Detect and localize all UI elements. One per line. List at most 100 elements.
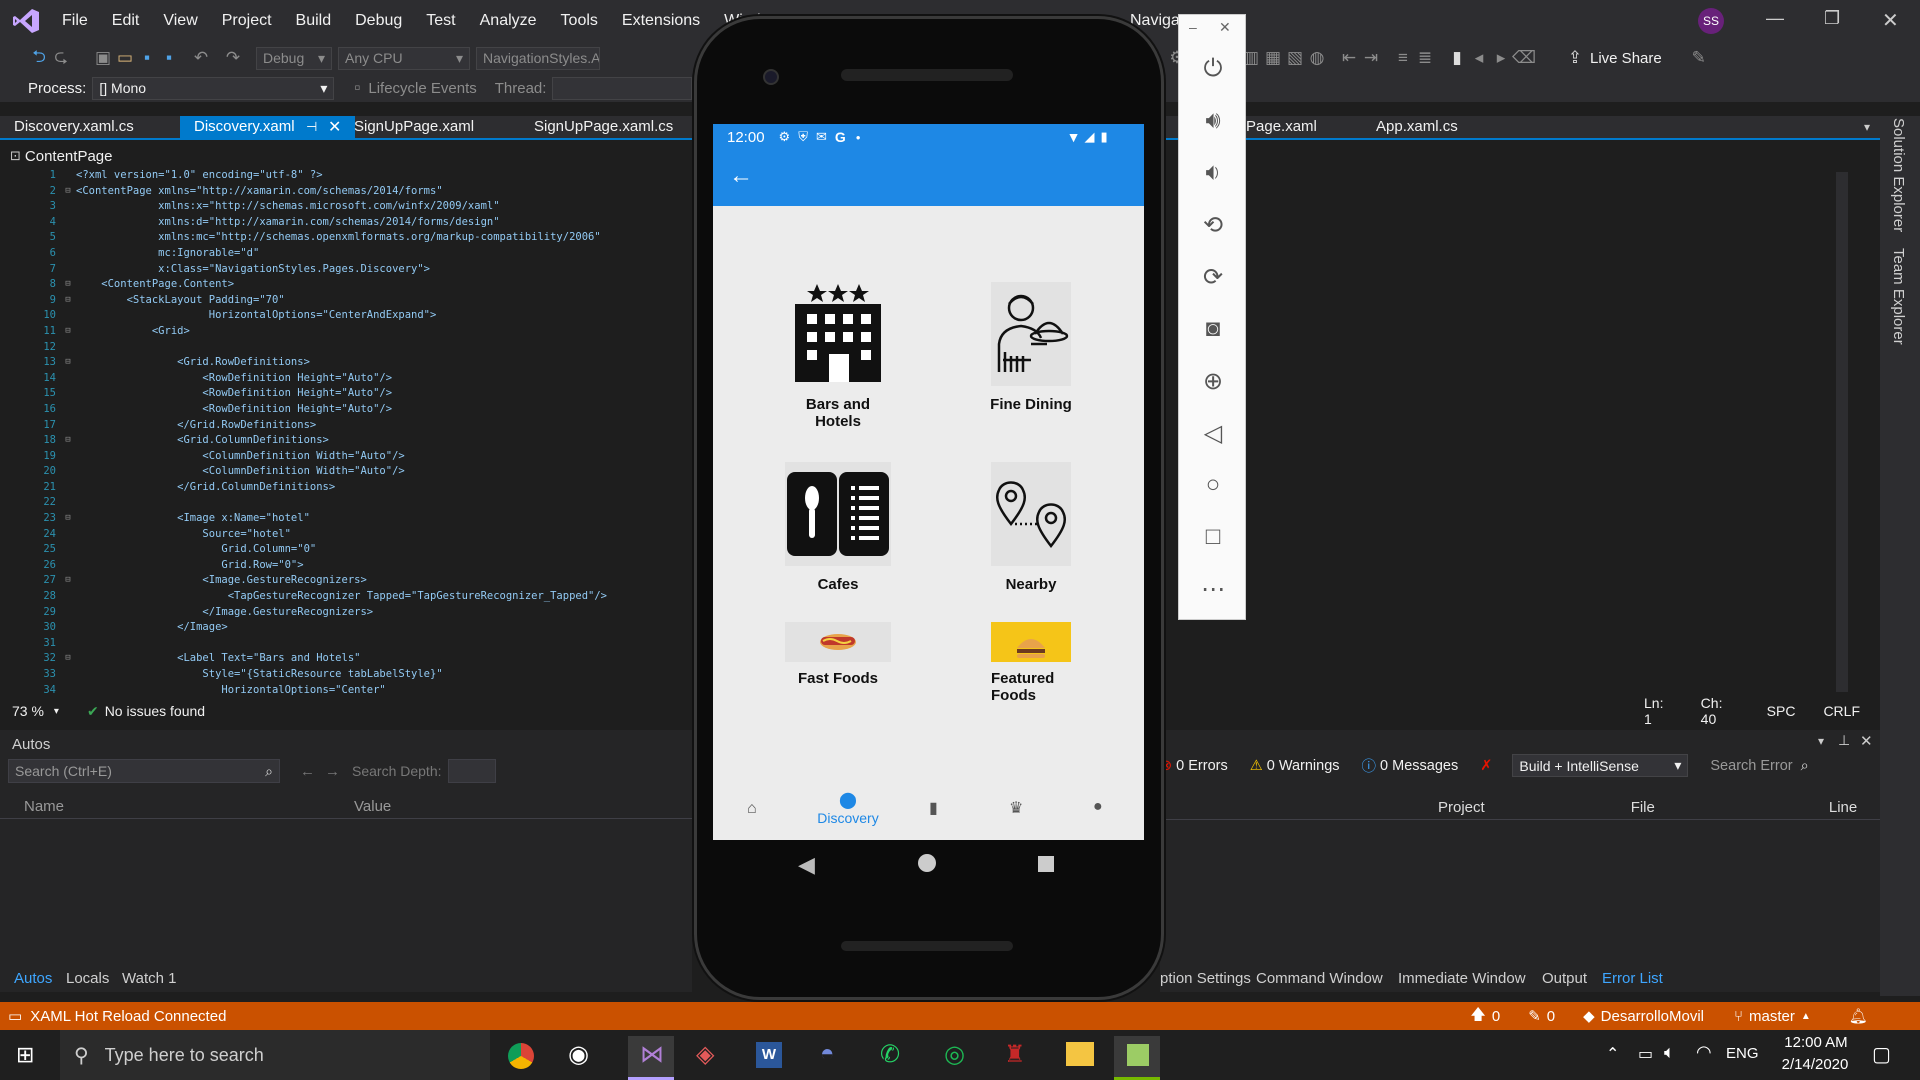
emu-back-icon[interactable]: ◁ <box>1197 419 1229 451</box>
autos-search-input[interactable]: Search (Ctrl+E) ⌕ <box>8 759 280 783</box>
code-line[interactable]: 10 HorizontalOptions="CenterAndExpand"> <box>10 308 692 324</box>
wifi-icon[interactable]: ◠ <box>1696 1042 1712 1063</box>
notifications-icon[interactable]: ▢ <box>1872 1042 1891 1067</box>
code-line[interactable]: 29 </Image.GestureRecognizers> <box>10 605 692 621</box>
code-line[interactable]: 3 xmlns:x="http://schemas.microsoft.com/… <box>10 199 692 215</box>
clock-date[interactable]: 2/14/2020 <box>1772 1056 1858 1073</box>
rotate-left-icon[interactable]: ⟲ <box>1197 211 1229 243</box>
menu-view[interactable]: View <box>151 0 209 42</box>
panel-pin-icon[interactable]: ⊥ <box>1838 732 1850 749</box>
featured-foods-tile[interactable] <box>991 622 1071 662</box>
code-line[interactable]: 4 xmlns:d="http://xamarin.com/schemas/20… <box>10 215 692 231</box>
fold-toggle-icon[interactable] <box>60 246 76 262</box>
bookmark-tab-icon[interactable]: ▮ <box>929 798 938 818</box>
code-line[interactable]: 7 x:Class="NavigationStyles.Pages.Discov… <box>10 262 692 278</box>
fold-toggle-icon[interactable] <box>60 262 76 278</box>
fold-toggle-icon[interactable]: ⊟ <box>60 511 76 527</box>
code-line[interactable]: 25 Grid.Column="0" <box>10 542 692 558</box>
zoom-dropdown-icon[interactable]: ▾ <box>54 706 59 717</box>
messages-filter-button[interactable]: 0 Messages <box>1380 758 1458 774</box>
volume-down-icon[interactable]: 🔉︎ <box>1197 159 1229 191</box>
code-line[interactable]: 2 ⊟ <ContentPage xmlns="http://xamarin.com… <box>10 184 692 200</box>
pin-icon[interactable]: ⊣ <box>306 119 317 135</box>
battery-icon[interactable]: ▭ <box>1638 1044 1653 1064</box>
branch-name[interactable]: master <box>1749 1008 1795 1025</box>
notification-bell-icon[interactable]: 🔔︎ <box>1849 1007 1868 1025</box>
camera-icon[interactable]: ◙ <box>1197 315 1229 347</box>
error-search-input[interactable]: Search Error <box>1710 758 1792 774</box>
emu-overview-icon[interactable]: □ <box>1197 523 1229 555</box>
clock-time[interactable]: 12:00 AM <box>1780 1034 1852 1051</box>
menu-tools[interactable]: Tools <box>549 0 610 42</box>
tab-signup-xaml-cs[interactable]: SignUpPage.xaml.cs <box>520 116 687 140</box>
fold-toggle-icon[interactable] <box>60 558 76 574</box>
tab-command-window[interactable]: Command Window <box>1256 970 1383 987</box>
volume-up-icon[interactable]: 🔊︎ <box>1197 107 1229 139</box>
code-line[interactable]: 19 <ColumnDefinition Width="Auto"/> <box>10 449 692 465</box>
cafes-tile[interactable] <box>785 462 891 566</box>
fold-toggle-icon[interactable] <box>60 418 76 434</box>
fine-dining-label[interactable]: Fine Dining <box>951 396 1111 413</box>
rotate-right-icon[interactable]: ⟳ <box>1197 263 1229 295</box>
emulator-app-icon[interactable]: ◈ <box>696 1040 714 1069</box>
repository-name[interactable]: DesarrolloMovil <box>1601 1008 1704 1025</box>
code-line[interactable]: 11 ⊟ <Grid> <box>10 324 692 340</box>
fold-toggle-icon[interactable] <box>60 464 76 480</box>
fold-toggle-icon[interactable]: ⊟ <box>60 433 76 449</box>
panel-menu-icon[interactable]: ▾ <box>1818 734 1824 748</box>
zoom-icon[interactable]: ⊕ <box>1197 367 1229 399</box>
file-explorer-icon[interactable] <box>1066 1042 1094 1066</box>
fold-toggle-icon[interactable] <box>60 308 76 324</box>
value-column-header[interactable]: Value <box>354 798 391 815</box>
tray-chevron-icon[interactable]: ⌃ <box>1606 1044 1619 1064</box>
team-explorer-tab[interactable]: Team Explorer <box>1890 248 1907 345</box>
user-avatar[interactable]: SS <box>1698 8 1724 34</box>
code-line[interactable]: 26 Grid.Row="0"> <box>10 558 692 574</box>
code-line[interactable]: 20 <ColumnDefinition Width="Auto"/> <box>10 464 692 480</box>
fold-toggle-icon[interactable]: ⊟ <box>60 355 76 371</box>
fold-toggle-icon[interactable] <box>60 495 76 511</box>
code-editor[interactable]: 1 <?xml version="1.0" encoding="utf-8" ?>… <box>10 168 692 698</box>
code-line[interactable]: 8 ⊟ <ContentPage.Content> <box>10 277 692 293</box>
home-tab-icon[interactable]: ⌂ <box>747 800 757 818</box>
search-icon[interactable]: ⌕ <box>265 763 273 779</box>
menu-test[interactable]: Test <box>414 0 467 42</box>
back-arrow-icon[interactable]: ← <box>729 162 753 190</box>
fold-toggle-icon[interactable] <box>60 620 76 636</box>
error-search-icon[interactable]: ⌕ <box>1801 758 1809 774</box>
featured-foods-label[interactable]: Featured Foods <box>991 670 1071 704</box>
power-icon[interactable]: ⏻ <box>1197 55 1229 87</box>
forward-icon[interactable]: ⮎ <box>50 44 72 73</box>
save-icon[interactable]: ▪ <box>136 48 158 68</box>
discovery-tab-icon[interactable]: ⬤ <box>839 790 857 810</box>
code-line[interactable]: 32 ⊟ <Label Text="Bars and Hotels" <box>10 651 692 667</box>
language-indicator[interactable]: ENG <box>1726 1045 1759 1062</box>
tab-output[interactable]: Output <box>1542 970 1587 987</box>
menu-project[interactable]: Project <box>210 0 284 42</box>
panel-icon[interactable]: ▧ <box>1284 48 1306 68</box>
code-line[interactable]: 22 <box>10 495 692 511</box>
code-line[interactable]: 23 ⊟ <Image x:Name="hotel" <box>10 511 692 527</box>
android-home-button[interactable] <box>918 854 936 872</box>
tab-overflow-icon[interactable]: ▾ <box>1864 120 1870 134</box>
lifecycle-events-dropdown[interactable]: Lifecycle Events <box>368 80 476 97</box>
code-line[interactable]: 24 Source="hotel" <box>10 527 692 543</box>
comment-icon[interactable]: ≡ <box>1392 48 1414 68</box>
menu-edit[interactable]: Edit <box>100 0 152 42</box>
fold-toggle-icon[interactable] <box>60 340 76 356</box>
errors-filter-button[interactable]: 0 Errors <box>1176 758 1228 774</box>
live-share-button[interactable]: Live Share <box>1590 50 1662 67</box>
fold-toggle-icon[interactable]: ⊟ <box>60 324 76 340</box>
code-line[interactable]: 27 ⊟ <Image.GestureRecognizers> <box>10 573 692 589</box>
android-back-button[interactable]: ◀ <box>798 852 815 878</box>
fold-toggle-icon[interactable] <box>60 386 76 402</box>
fold-toggle-icon[interactable] <box>60 605 76 621</box>
new-project-icon[interactable]: ▣ <box>92 48 114 68</box>
tab-watch-1[interactable]: Watch 1 <box>122 970 176 987</box>
trophy-tab-icon[interactable]: ♛ <box>1009 798 1023 818</box>
spotify-icon[interactable]: ◎ <box>944 1040 965 1069</box>
fold-toggle-icon[interactable] <box>60 199 76 215</box>
cafes-label[interactable]: Cafes <box>785 576 891 593</box>
nearby-label[interactable]: Nearby <box>951 576 1111 593</box>
window-icon[interactable]: ▦ <box>1262 48 1284 68</box>
